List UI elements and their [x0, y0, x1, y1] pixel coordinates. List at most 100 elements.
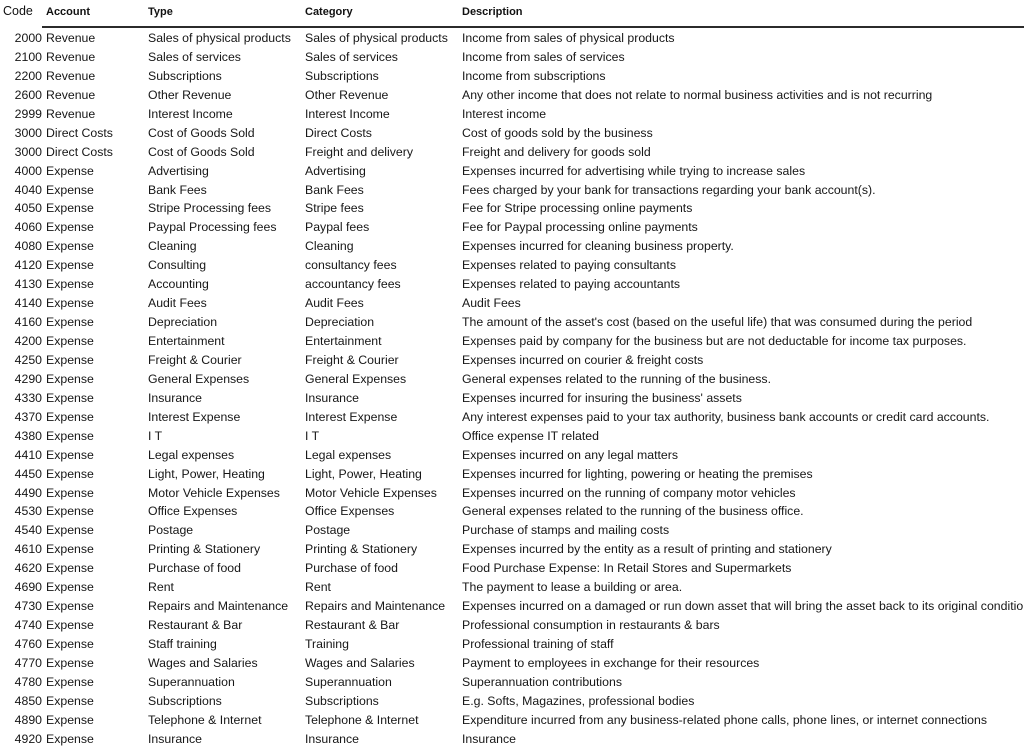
cell-code: 4050	[14, 201, 42, 216]
cell-category: Office Expenses	[305, 504, 395, 519]
table-header: Code Account Type Category Description	[0, 0, 1024, 26]
table-row: 3000 Direct Costs Cost of Goods Sold Fre…	[0, 143, 1024, 162]
cell-description: Payment to employees in exchange for the…	[462, 655, 760, 670]
cell-category: Stripe fees	[305, 201, 364, 216]
cell-code: 4080	[14, 239, 42, 254]
header-category: Category	[305, 6, 353, 18]
cell-type: Bank Fees	[148, 182, 207, 197]
cell-code: 3000	[14, 125, 42, 140]
table-row: 4410 Expense Legal expenses Legal expens…	[0, 446, 1024, 465]
cell-account: Revenue	[46, 68, 96, 83]
cell-type: Superannuation	[148, 674, 235, 689]
cell-type: Accounting	[148, 277, 209, 292]
cell-code: 4130	[14, 277, 42, 292]
table-row: 4290 Expense General Expenses General Ex…	[0, 370, 1024, 389]
cell-code: 4890	[14, 712, 42, 727]
cell-description: Office expense IT related	[462, 428, 599, 443]
cell-account: Expense	[46, 277, 94, 292]
cell-code: 4610	[14, 542, 42, 557]
cell-code: 4040	[14, 182, 42, 197]
cell-account: Expense	[46, 466, 94, 481]
cell-type: Depreciation	[148, 315, 218, 330]
table-row: 2000 Revenue Sales of physical products …	[0, 29, 1024, 48]
cell-description: Expenses incurred for advertising while …	[462, 163, 806, 178]
cell-category: Printing & Stationery	[305, 542, 418, 557]
cell-account: Expense	[46, 334, 94, 348]
cell-description: Expenses related to paying consultants	[462, 258, 676, 273]
cell-type: Sales of physical products	[148, 31, 291, 45]
cell-account: Expense	[46, 712, 94, 727]
cell-description: Superannuation contributions	[462, 674, 622, 689]
table-row: 4140 Expense Audit Fees Audit Fees Audit…	[0, 294, 1024, 313]
cell-type: Legal expenses	[148, 447, 235, 462]
cell-account: Revenue	[46, 31, 96, 45]
cell-category: Rent	[305, 580, 331, 595]
table-row: 4250 Expense Freight & Courier Freight &…	[0, 351, 1024, 370]
cell-type: Postage	[148, 523, 194, 538]
cell-account: Expense	[46, 561, 94, 576]
cell-description: Income from subscriptions	[462, 68, 606, 83]
cell-account: Expense	[46, 693, 94, 708]
cell-description: Purchase of stamps and mailing costs	[462, 523, 670, 538]
cell-code: 4200	[14, 334, 42, 348]
cell-description: Expenses incurred for insuring the busin…	[462, 390, 742, 405]
cell-category: Postage	[305, 523, 351, 538]
cell-type: Cost of Goods Sold	[148, 144, 255, 159]
cell-category: Repairs and Maintenance	[305, 599, 446, 614]
cell-type: Telephone & Internet	[148, 712, 262, 727]
cell-type: Other Revenue	[148, 87, 232, 102]
cell-code: 4920	[14, 731, 42, 746]
table-row: 4040 Expense Bank Fees Bank Fees Fees ch…	[0, 181, 1024, 200]
header-divider	[42, 26, 1024, 28]
cell-description: E.g. Softs, Magazines, professional bodi…	[462, 693, 695, 708]
table-row: 3000 Direct Costs Cost of Goods Sold Dir…	[0, 124, 1024, 143]
table-row: 2100 Revenue Sales of services Sales of …	[0, 48, 1024, 67]
cell-type: Sales of services	[148, 49, 241, 64]
table-row: 4890 Expense Telephone & Internet Teleph…	[0, 711, 1024, 730]
table-row: 4760 Expense Staff training Training Pro…	[0, 635, 1024, 654]
cell-account: Expense	[46, 239, 94, 254]
table-row: 4130 Expense Accounting accountancy fees…	[0, 275, 1024, 294]
cell-type: Motor Vehicle Expenses	[148, 485, 280, 500]
cell-category: General Expenses	[305, 371, 407, 386]
cell-description: General expenses related to the running …	[462, 504, 804, 519]
cell-account: Expense	[46, 296, 94, 311]
cell-type: Staff training	[148, 637, 217, 651]
cell-type: Cost of Goods Sold	[148, 125, 255, 140]
cell-account: Expense	[46, 599, 94, 614]
cell-category: Training	[305, 637, 349, 651]
cell-category: consultancy fees	[305, 258, 397, 273]
cell-account: Expense	[46, 352, 94, 367]
cell-code: 4490	[14, 485, 42, 500]
cell-account: Expense	[46, 485, 94, 500]
table-row: 4730 Expense Repairs and Maintenance Rep…	[0, 597, 1024, 616]
table-row: 4780 Expense Superannuation Superannuati…	[0, 673, 1024, 692]
cell-code: 4690	[14, 580, 42, 595]
table-row: 4540 Expense Postage Postage Purchase of…	[0, 521, 1024, 540]
cell-category: Purchase of food	[305, 561, 398, 576]
cell-code: 2999	[14, 106, 42, 121]
table-row: 4120 Expense Consulting consultancy fees…	[0, 256, 1024, 275]
cell-account: Direct Costs	[46, 144, 113, 159]
cell-type: I T	[148, 428, 163, 443]
cell-code: 4160	[14, 315, 42, 330]
cell-category: Bank Fees	[305, 182, 364, 197]
cell-type: Subscriptions	[148, 68, 222, 83]
cell-type: Audit Fees	[148, 296, 207, 311]
cell-account: Expense	[46, 258, 94, 273]
cell-code: 4530	[14, 504, 42, 519]
cell-type: Subscriptions	[148, 693, 222, 708]
cell-description: Expenses incurred on any legal matters	[462, 447, 678, 462]
cell-code: 4620	[14, 561, 42, 576]
table-row: 4380 Expense I T I T Office expense IT r…	[0, 427, 1024, 446]
cell-type: Interest Expense	[148, 409, 241, 424]
cell-description: Professional consumption in restaurants …	[462, 618, 720, 633]
cell-category: Legal expenses	[305, 447, 392, 462]
cell-code: 4740	[14, 618, 42, 633]
cell-description: Insurance	[462, 731, 517, 746]
cell-category: Entertainment	[305, 334, 382, 348]
cell-category: Wages and Salaries	[305, 655, 415, 670]
table-row: 4160 Expense Depreciation Depreciation T…	[0, 313, 1024, 332]
cell-type: Insurance	[148, 731, 203, 746]
cell-description: Income from sales of services	[462, 49, 625, 64]
